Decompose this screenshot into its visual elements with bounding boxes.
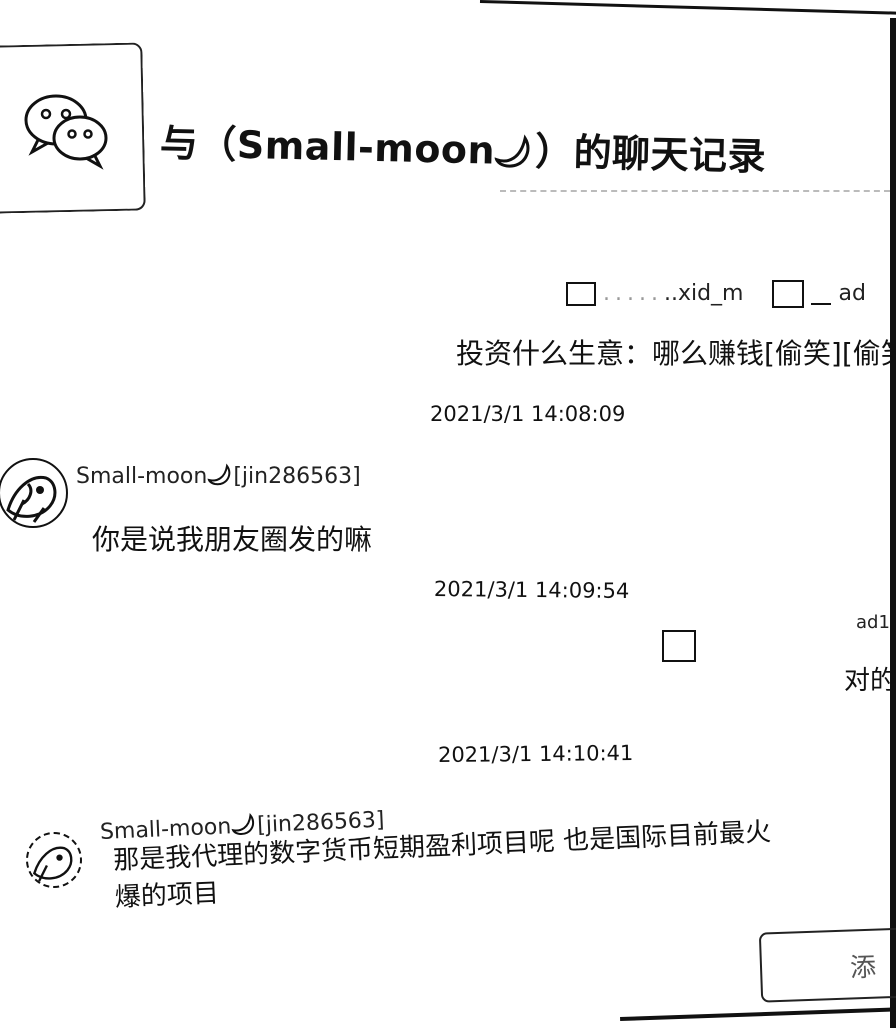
wechat-icon xyxy=(24,94,108,170)
avatar[interactable] xyxy=(0,458,68,528)
timestamp: 2021/3/1 14:08:09 xyxy=(430,402,626,426)
message-text-top: 投资什么生意：哪么赚钱[偷笑][偷笑 xyxy=(456,337,896,370)
avatar-illustration xyxy=(32,846,73,882)
page-edge-right xyxy=(890,18,896,1028)
sender-nickname: Small-moon xyxy=(76,464,208,489)
chat-title-suffix: ）的聊天记录 xyxy=(534,129,767,179)
sender-tail: ad xyxy=(838,281,866,306)
add-button-label: 添 xyxy=(849,952,877,984)
crescent-moon-icon xyxy=(494,134,530,168)
message-text-right: 对的 xyxy=(844,666,896,696)
sender-id-right: ad1 xyxy=(856,612,890,633)
avatar-placeholder-icon[interactable] xyxy=(662,630,696,662)
timestamp: 2021/3/1 14:10:41 xyxy=(437,740,634,768)
page-edge-bottom xyxy=(620,1006,896,1022)
redacted-avatar-icon xyxy=(566,282,596,306)
sender-name: Small-moon [jin286563] xyxy=(76,462,361,489)
avatar[interactable] xyxy=(26,832,82,888)
sender-id: [jin286563] xyxy=(233,464,361,489)
timestamp: 2021/3/1 14:09:54 xyxy=(433,576,630,604)
chat-title-prefix: 与（Small-moon xyxy=(159,121,496,173)
chat-record-page: 与（Small-moon ）的聊天记录 . . . . . ..xid_m ad … xyxy=(0,0,896,1030)
header-divider xyxy=(500,190,890,192)
emoji-box-icon xyxy=(811,283,832,305)
avatar-illustration xyxy=(6,475,57,523)
page-edge-top xyxy=(479,0,896,15)
emoji-box-icon xyxy=(772,280,805,308)
redacted-name: . . . . . xyxy=(603,281,658,306)
message-text: 你是说我朋友圈发的嘛 xyxy=(92,523,373,556)
crescent-moon-icon xyxy=(207,463,231,486)
sender-line-top: . . . . . ..xid_m ad xyxy=(566,280,866,308)
chat-title: 与（Small-moon ）的聊天记录 xyxy=(159,112,766,181)
add-button[interactable]: 添 xyxy=(758,927,896,1003)
sender-id-fragment: ..xid_m xyxy=(663,281,744,306)
